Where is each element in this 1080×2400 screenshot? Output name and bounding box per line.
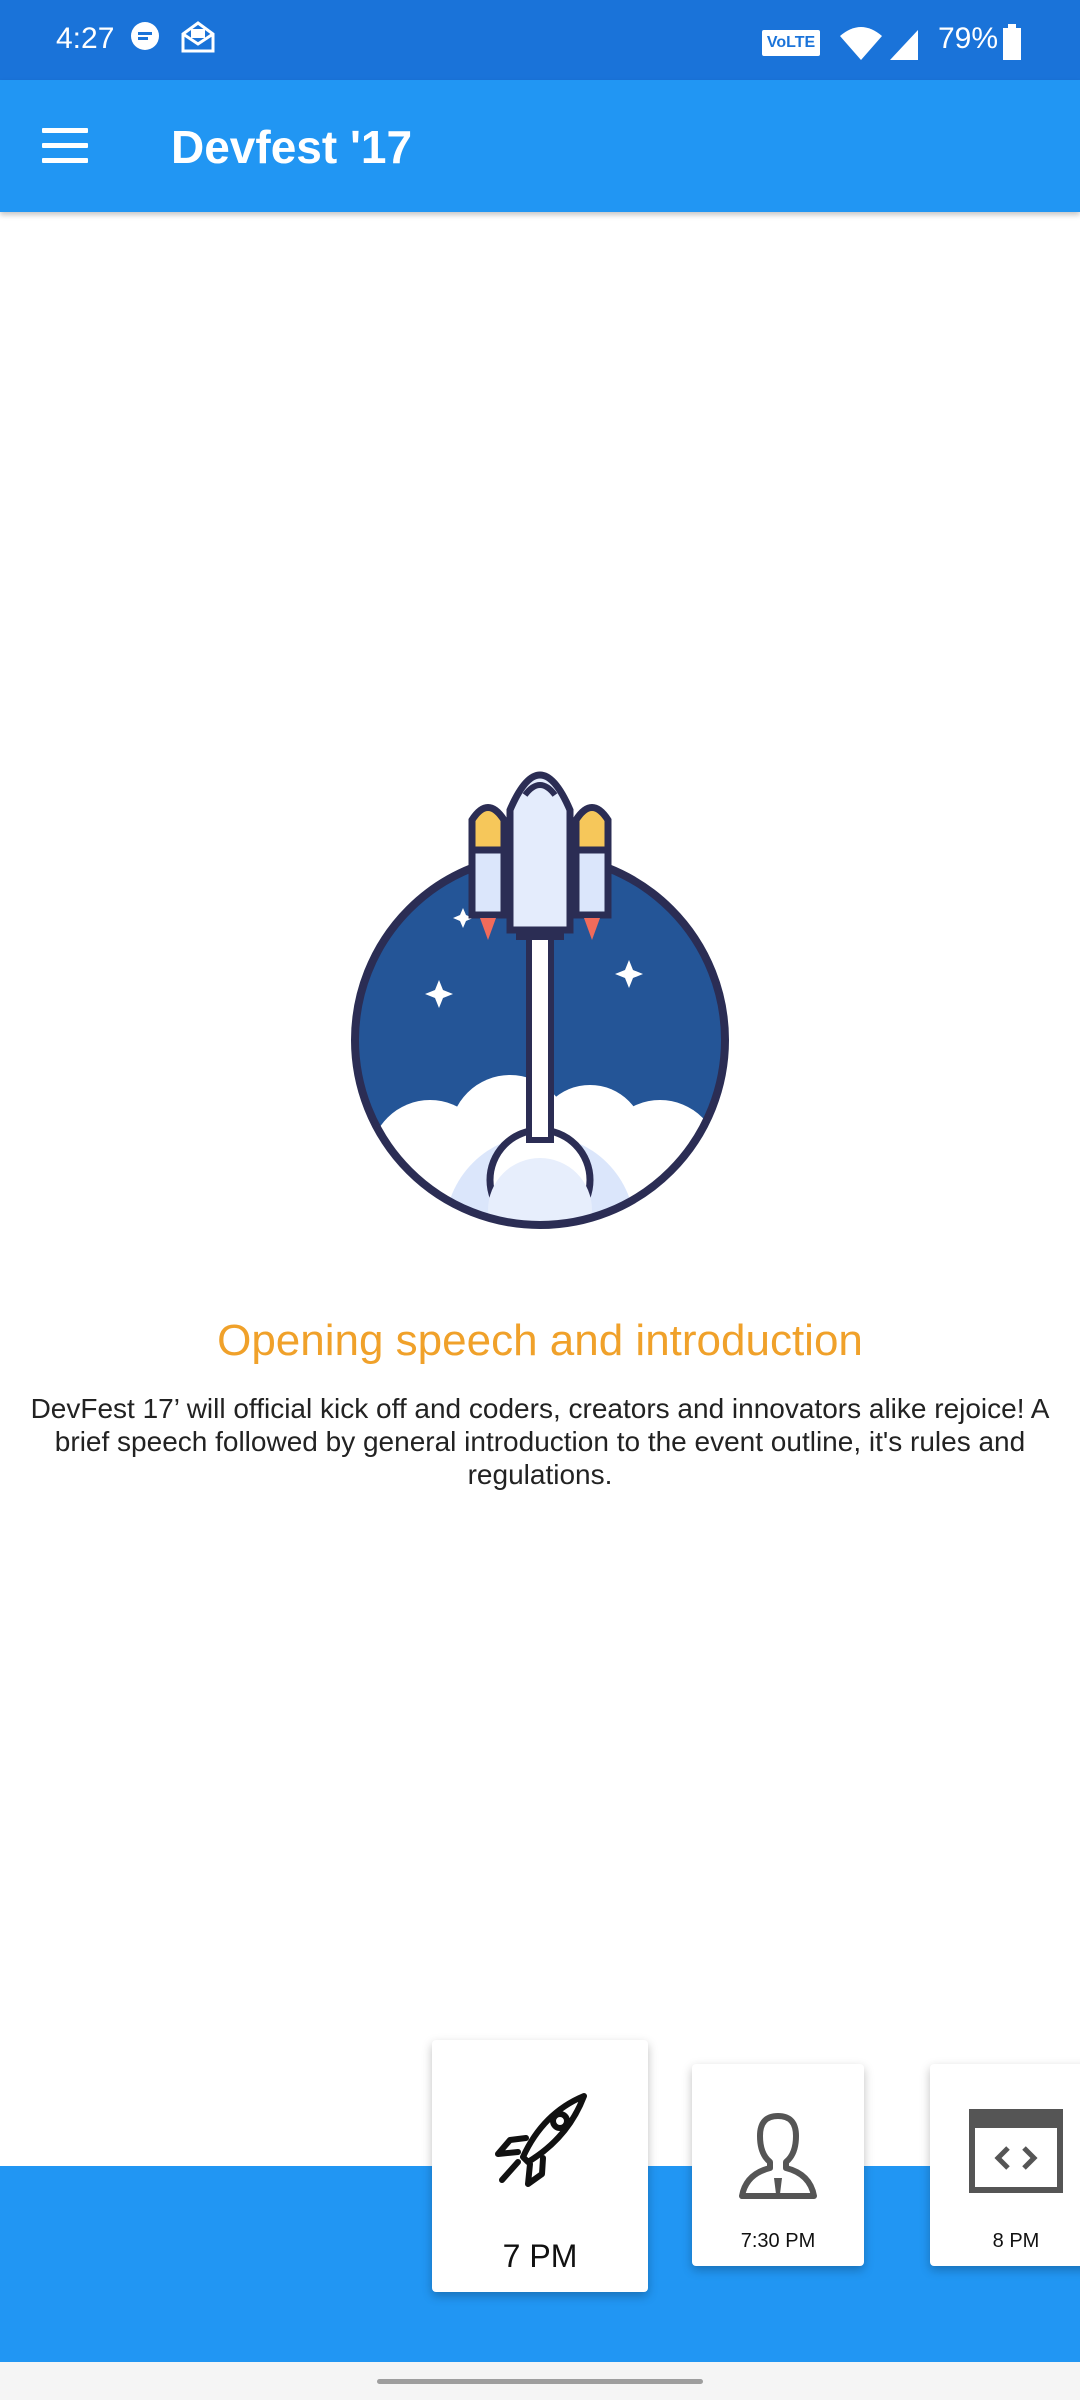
chat-notification-icon [131, 22, 159, 50]
rocket-launch-illustration [351, 771, 729, 1229]
mail-notification-icon [181, 21, 215, 53]
app-title: Devfest '17 [171, 121, 413, 173]
timeline-time: 7 PM [502, 2238, 578, 2274]
timeline-time: 8 PM [992, 2230, 1040, 2252]
timeline-card-730pm[interactable]: 7:30 PM [692, 2064, 864, 2266]
timeline-card-7pm[interactable]: 7 PM [432, 2040, 648, 2292]
cellular-signal-icon [890, 30, 918, 60]
battery-icon [1003, 24, 1021, 60]
code-window-icon [969, 2109, 1063, 2193]
app-bar: Devfest '17 [0, 80, 1080, 212]
volte-badge: VoLTE [762, 30, 820, 56]
session-title: Opening speech and introduction [217, 1316, 863, 1365]
wifi-icon [840, 27, 882, 60]
rocket-icon [495, 2093, 587, 2187]
person-icon [739, 2113, 817, 2199]
timeline-time: 7:30 PM [740, 2230, 816, 2252]
session-description: DevFest 17’ will official kick off and c… [30, 1393, 1050, 1490]
system-navigation-bar [0, 2362, 1080, 2400]
timeline-card-8pm[interactable]: 8 PM [930, 2064, 1080, 2266]
home-gesture-handle[interactable] [377, 2379, 703, 2384]
status-time: 4:27 [56, 22, 115, 55]
battery-percentage: 79% [938, 22, 999, 55]
menu-icon[interactable] [42, 126, 88, 166]
status-bar: 4:27 VoLTE 79% [0, 0, 1080, 80]
